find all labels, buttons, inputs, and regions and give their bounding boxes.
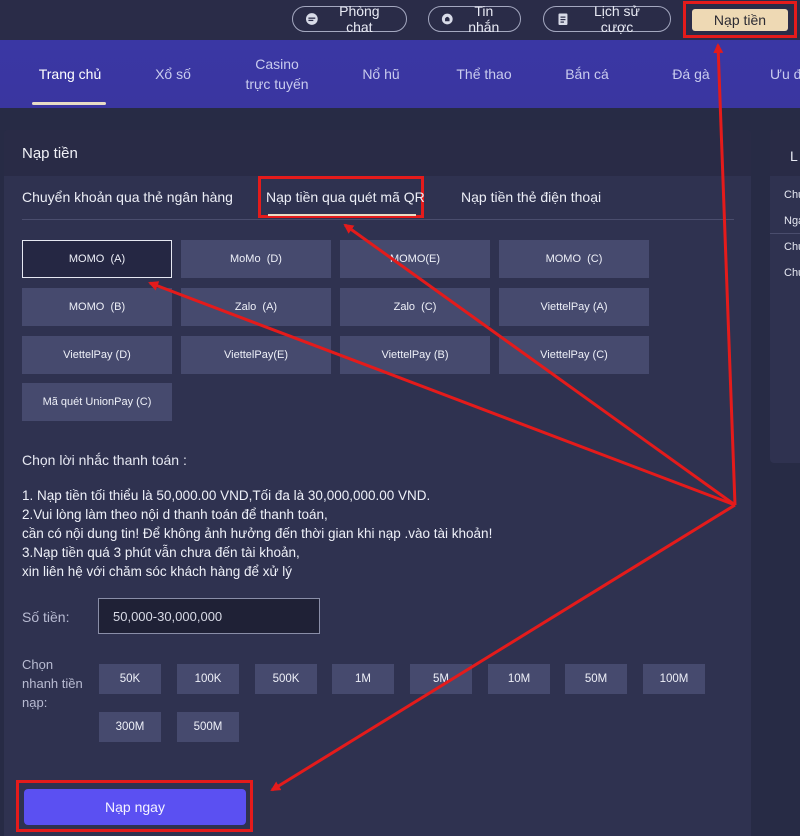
deposit-panel: Nạp tiền Chuyển khoản qua thẻ ngân hàng … xyxy=(4,130,751,836)
side-panel-divider xyxy=(770,233,800,234)
messages-label: Tin nhắn xyxy=(468,3,500,35)
quick-amount-100m[interactable]: 100M xyxy=(643,664,705,694)
quick-amount-50k[interactable]: 50K xyxy=(99,664,161,694)
deposit-now-button[interactable]: Nạp ngay xyxy=(24,789,246,825)
panel-header: Nạp tiền xyxy=(4,130,751,176)
tab-qr-deposit[interactable]: Nạp tiền qua quét mã QR xyxy=(266,189,425,205)
method-viettelpay-e[interactable]: ViettelPay(E) xyxy=(181,336,331,374)
side-panel: L Chu Nga Chu Chu xyxy=(770,130,800,463)
messages-button[interactable]: Tin nhắn xyxy=(428,3,521,35)
side-panel-text: Chu xyxy=(784,241,800,253)
notice-line: xin liên hệ với chăm sóc khách hàng để x… xyxy=(22,564,293,579)
method-viettelpay-d[interactable]: ViettelPay (D) xyxy=(22,336,172,374)
submit-highlight-box: Nạp ngay xyxy=(16,780,253,832)
deposit-highlight-box: Nạp tiền xyxy=(683,1,797,38)
amount-label: Số tiền: xyxy=(22,609,70,625)
method-momo-d[interactable]: MoMo (D) xyxy=(181,240,331,278)
notice-line: 3.Nạp tiền quá 3 phút vẫn chưa đến tài k… xyxy=(22,545,300,560)
quick-amount-100k[interactable]: 100K xyxy=(177,664,239,694)
bell-icon xyxy=(441,13,453,25)
tab-active-underline xyxy=(268,214,416,216)
top-bar: Phòng chat Tin nhắn Lịch sử cược Nạp tiề… xyxy=(0,0,800,40)
side-panel-header: L xyxy=(770,130,800,176)
nav-sports[interactable]: Thể thao xyxy=(446,40,522,108)
method-unionpay-c[interactable]: Mã quét UnionPay (C) xyxy=(22,383,172,421)
quick-amount-5m[interactable]: 5M xyxy=(410,664,472,694)
side-panel-title: L xyxy=(790,148,798,164)
method-momo-e[interactable]: MOMO(E) xyxy=(340,240,490,278)
chat-icon xyxy=(305,13,318,25)
method-momo-c[interactable]: MOMO (C) xyxy=(499,240,649,278)
quick-amount-1m[interactable]: 1M xyxy=(332,664,394,694)
chat-room-button[interactable]: Phòng chat xyxy=(292,3,407,35)
bet-history-button[interactable]: Lịch sử cược xyxy=(543,3,671,35)
chat-room-label: Phòng chat xyxy=(339,3,380,35)
notice-line: 2.Vui lòng làm theo nội d thanh toán để … xyxy=(22,507,328,522)
quick-amount-50m[interactable]: 50M xyxy=(565,664,627,694)
method-momo-a[interactable]: MOMO (A) xyxy=(22,240,172,278)
nav-fishing[interactable]: Bắn cá xyxy=(554,40,620,108)
notice-line: 1. Nạp tiền tối thiểu là 50,000.00 VND,T… xyxy=(22,488,431,503)
side-panel-text: Chu xyxy=(784,189,800,201)
nav-promotions[interactable]: Ưu đ xyxy=(770,40,800,108)
side-panel-text: Nga xyxy=(784,215,800,227)
clipboard-icon xyxy=(558,13,568,25)
notice-title: Chọn lời nhắc thanh toán : xyxy=(22,452,187,468)
nav-casino[interactable]: Casino trực tuyến xyxy=(232,40,322,108)
nav-home[interactable]: Trang chủ xyxy=(30,40,110,108)
nav-slots[interactable]: Nổ hũ xyxy=(348,40,414,108)
nav-casino-line1: Casino xyxy=(255,56,299,72)
method-viettelpay-a[interactable]: ViettelPay (A) xyxy=(499,288,649,326)
method-viettelpay-b[interactable]: ViettelPay (B) xyxy=(340,336,490,374)
quick-amount-500k[interactable]: 500K xyxy=(255,664,317,694)
quick-amount-label: Chọn nhanh tiền nạp: xyxy=(22,657,83,710)
quick-amount-10m[interactable]: 10M xyxy=(488,664,550,694)
main-nav: Trang chủ Xổ số Casino trực tuyến Nổ hũ … xyxy=(0,40,800,108)
amount-input[interactable] xyxy=(98,598,320,634)
method-viettelpay-c[interactable]: ViettelPay (C) xyxy=(499,336,649,374)
method-zalo-a[interactable]: Zalo (A) xyxy=(181,288,331,326)
tab-bank-transfer[interactable]: Chuyển khoản qua thẻ ngân hàng xyxy=(22,189,233,205)
panel-title: Nạp tiền xyxy=(22,145,78,162)
method-momo-b[interactable]: MOMO (B) xyxy=(22,288,172,326)
notice-line: cần có nội dung tin! Để không ảnh hưởng … xyxy=(22,526,493,541)
deposit-button[interactable]: Nạp tiền xyxy=(692,9,788,31)
bet-history-label: Lịch sử cược xyxy=(593,3,640,35)
nav-lottery[interactable]: Xổ số xyxy=(140,40,206,108)
nav-cockfight[interactable]: Đá gà xyxy=(658,40,724,108)
quick-amount-500m[interactable]: 500M xyxy=(177,712,239,742)
tab-phone-card[interactable]: Nạp tiền thẻ điện thoại xyxy=(461,189,601,205)
nav-active-underline xyxy=(32,102,106,105)
tab-divider xyxy=(22,219,734,220)
quick-amount-300m[interactable]: 300M xyxy=(99,712,161,742)
method-zalo-c[interactable]: Zalo (C) xyxy=(340,288,490,326)
side-panel-text: Chu xyxy=(784,267,800,279)
nav-casino-line2: trực tuyến xyxy=(245,76,309,92)
